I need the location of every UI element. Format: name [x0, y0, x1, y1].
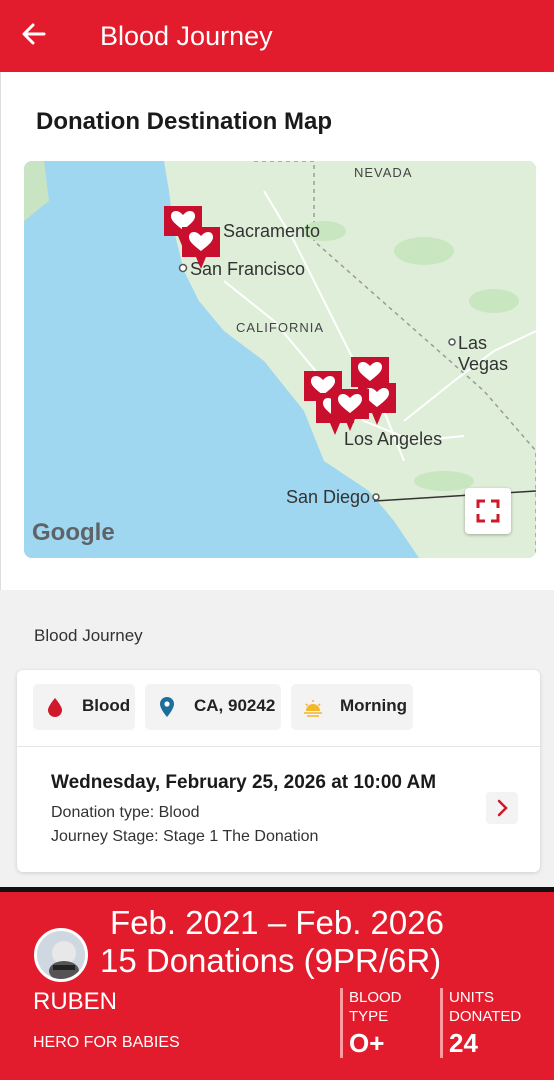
card-divider	[17, 746, 540, 747]
fullscreen-button[interactable]	[465, 488, 511, 534]
journey-card[interactable]: Blood CA, 90242 Morning Wednesday, Febru…	[17, 670, 540, 872]
chip-blood: Blood	[33, 684, 135, 730]
avatar	[34, 928, 88, 982]
page-title: Blood Journey	[100, 21, 273, 51]
sunrise-icon	[304, 700, 322, 717]
blood-type-value: O+	[349, 1028, 385, 1058]
chip-label: Morning	[340, 696, 408, 715]
blood-type-label: TYPE	[349, 1008, 389, 1025]
donation-date-range: Feb. 2021 – Feb. 2026	[110, 904, 444, 941]
journey-section-label: Blood Journey	[34, 626, 143, 645]
avatar-image	[37, 931, 85, 979]
map-section: Donation Destination Map NEVADA Sacramen…	[0, 72, 554, 590]
event-details-button[interactable]	[486, 792, 518, 824]
app-bar: Blood Journey	[0, 0, 554, 72]
donor-summary: Feb. 2021 – Feb. 2026 15 Donations (9PR/…	[0, 887, 554, 1080]
units-donated-value: 24	[449, 1028, 478, 1058]
donation-count: 15 Donations (9PR/6R)	[100, 942, 442, 979]
chevron-right-icon	[497, 799, 508, 817]
fullscreen-icon	[476, 499, 500, 523]
blood-type-label: BLOOD	[349, 989, 402, 1006]
event-journey-stage: Journey Stage: Stage 1 The Donation	[51, 828, 319, 845]
chip-time-of-day: Morning	[291, 684, 413, 730]
stat-divider	[340, 988, 343, 1058]
chip-label: CA, 90242	[194, 696, 276, 715]
event-donation-type: Donation type: Blood	[51, 804, 200, 821]
back-arrow-icon[interactable]	[18, 18, 50, 50]
map-pin-icon[interactable]	[182, 227, 220, 269]
event-datetime: Wednesday, February 25, 2026 at 10:00 AM	[51, 772, 437, 793]
chip-location: CA, 90242	[145, 684, 281, 730]
units-label: UNITS	[449, 989, 494, 1006]
map-title: Donation Destination Map	[36, 108, 332, 135]
donation-map[interactable]: NEVADA Sacramento San Francisco CALIFORN…	[24, 161, 536, 558]
google-attribution: Google	[32, 519, 115, 546]
stat-divider	[440, 988, 443, 1058]
donor-subtitle: HERO FOR BABIES	[33, 1034, 180, 1051]
chip-label: Blood	[82, 696, 131, 715]
blood-drop-icon	[48, 698, 62, 717]
map-pins	[164, 206, 396, 435]
location-pin-icon	[160, 697, 174, 717]
units-label: DONATED	[449, 1008, 522, 1025]
journey-section: Blood Journey Blood CA, 90242 Morning We…	[0, 590, 554, 888]
donor-name: RUBEN	[33, 988, 118, 1015]
